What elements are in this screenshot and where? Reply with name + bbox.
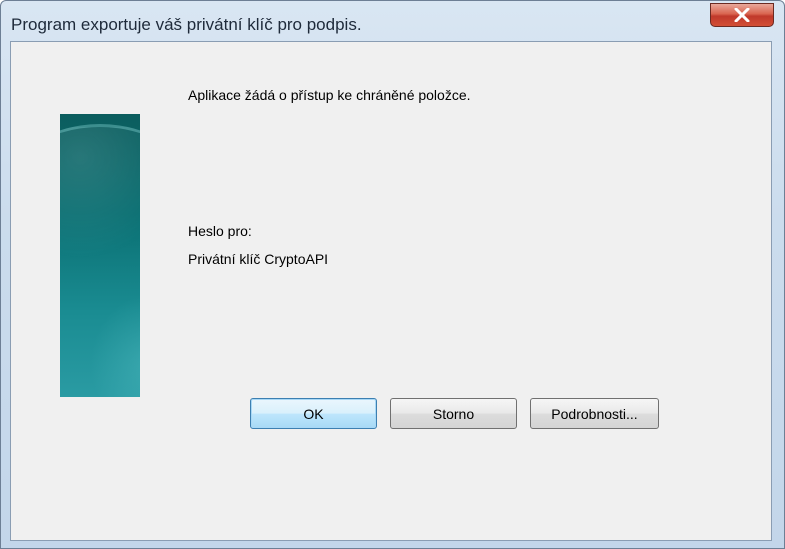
banner-gloss bbox=[60, 124, 140, 277]
access-request-message: Aplikace žádá o přístup ke chráněné polo… bbox=[188, 87, 471, 103]
banner-highlight bbox=[90, 294, 140, 397]
protected-item-name: Privátní klíč CryptoAPI bbox=[188, 251, 329, 267]
cancel-button[interactable]: Storno bbox=[390, 398, 517, 429]
close-button[interactable] bbox=[710, 3, 774, 27]
title-bar[interactable]: Program exportuje váš privátní klíč pro … bbox=[1, 1, 784, 39]
dialog-content: Aplikace žádá o přístup ke chráněné polo… bbox=[10, 41, 772, 541]
ok-button[interactable]: OK bbox=[250, 398, 377, 429]
password-for-label: Heslo pro: bbox=[188, 223, 252, 239]
security-banner-image bbox=[60, 114, 140, 397]
window-title: Program exportuje váš privátní klíč pro … bbox=[11, 15, 362, 34]
dialog-window: Program exportuje váš privátní klíč pro … bbox=[0, 0, 785, 549]
close-icon bbox=[734, 8, 750, 22]
details-button[interactable]: Podrobnosti... bbox=[530, 398, 659, 429]
